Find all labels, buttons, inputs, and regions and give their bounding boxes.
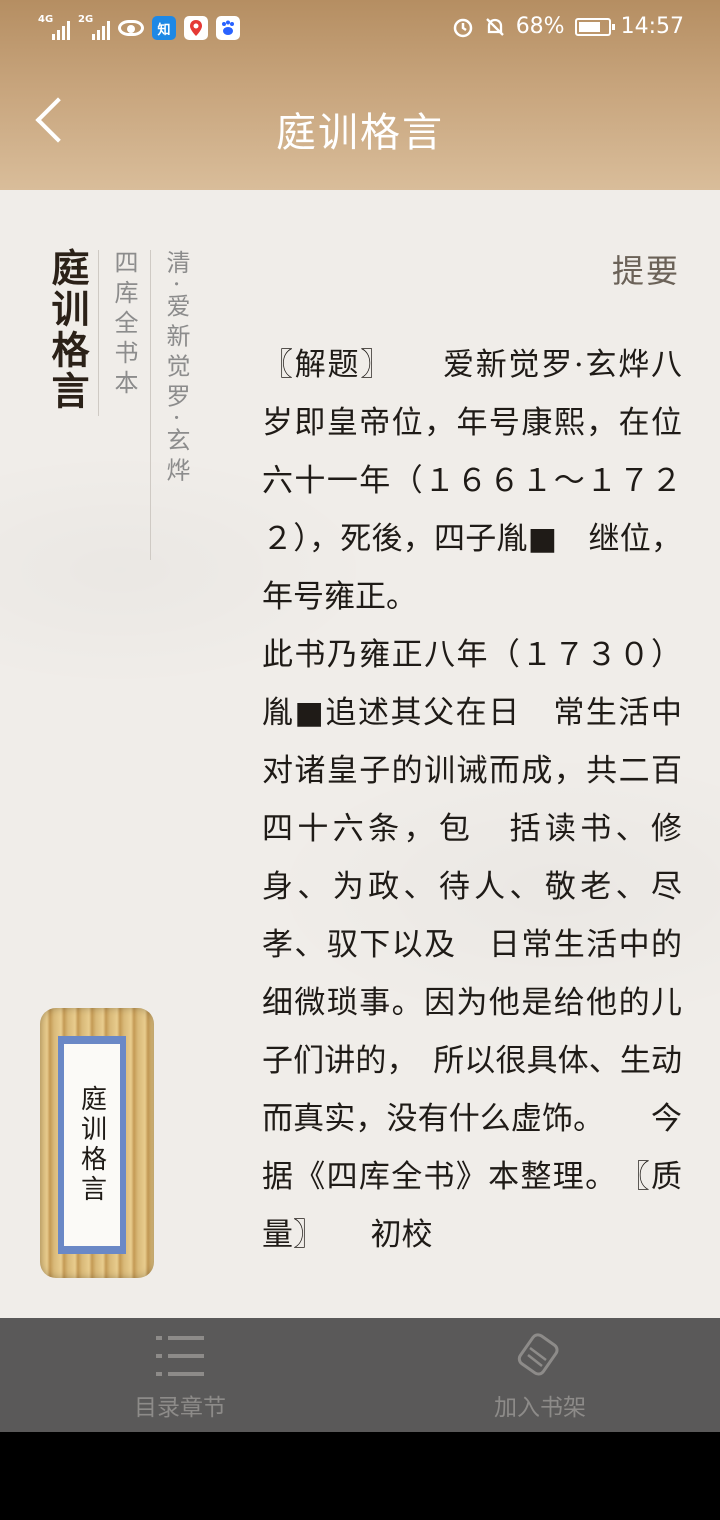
paragraph: 〖解题〗 爱新觉罗·玄烨八岁即皇帝位，年号康熙，在位 六十一年（１６６１～１７２… — [262, 347, 713, 615]
signal-icon-sim2: 2G — [78, 14, 110, 40]
bottom-nav: 目录章节 加入书架 — [0, 1318, 720, 1432]
top-header: 4G 2G 知 68% 14:57 庭训格言 — [0, 0, 720, 190]
mute-bell-icon — [485, 17, 504, 36]
scroll-label: 庭训格言 — [76, 1085, 107, 1205]
reader-content[interactable]: 庭训格言 四库全书本 清·爱新觉罗·玄烨 提要 〖解题〗 爱新觉罗·玄烨八岁即皇… — [0, 190, 720, 1318]
battery-icon — [574, 17, 615, 36]
battery-percent: 68% — [515, 14, 565, 39]
signal-icon-sim1: 4G — [38, 14, 70, 40]
baidu-paw-icon — [216, 16, 240, 40]
toc-button[interactable]: 目录章节 — [0, 1318, 360, 1432]
scroll-paper: 庭训格言 — [64, 1044, 120, 1246]
scroll-book-icon — [517, 1333, 559, 1376]
abstract-text: 〖解题〗 爱新觉罗·玄烨八岁即皇帝位，年号康熙，在位 六十一年（１６６１～１７２… — [262, 336, 713, 1264]
page-title: 庭训格言 — [276, 110, 444, 156]
add-to-shelf-button[interactable]: 加入书架 — [360, 1318, 720, 1432]
map-pin-icon — [184, 16, 208, 40]
paragraph: 此书乃雍正八年（１７３０）胤■追述其父在日 常生活中对诸皇子的训诫而成，共二百四… — [262, 637, 682, 1253]
book-author-vertical: 清·爱新觉罗·玄烨 — [150, 250, 194, 560]
shelf-label: 加入书架 — [494, 1395, 586, 1421]
zhihu-icon: 知 — [152, 16, 176, 40]
book-title-vertical: 庭训格言 — [45, 248, 90, 412]
section-label: 提要 — [611, 252, 680, 290]
status-left: 4G 2G 知 — [38, 14, 240, 40]
list-icon — [156, 1334, 204, 1378]
eye-icon — [118, 20, 144, 36]
network-type-1: 4G — [38, 14, 54, 25]
status-bar: 4G 2G 知 68% 14:57 — [0, 0, 720, 62]
scroll-illustration: 庭训格言 — [40, 1008, 154, 1278]
network-type-2: 2G — [78, 14, 94, 25]
alarm-icon — [453, 18, 472, 37]
status-right: 68% 14:57 — [452, 14, 684, 39]
system-nav-area — [0, 1432, 720, 1520]
clock: 14:57 — [620, 14, 684, 39]
book-edition-vertical: 四库全书本 — [98, 250, 142, 416]
toc-label: 目录章节 — [134, 1395, 226, 1421]
